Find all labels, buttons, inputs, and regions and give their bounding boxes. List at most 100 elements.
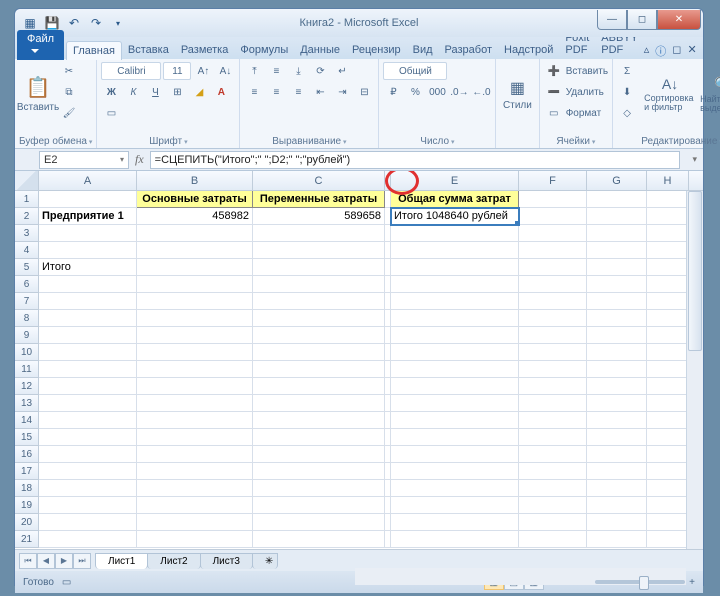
cell-E15[interactable] <box>391 429 519 446</box>
cell-E4[interactable] <box>391 242 519 259</box>
cell-A14[interactable] <box>39 412 137 429</box>
row-header[interactable]: 8 <box>15 310 39 327</box>
row-header[interactable]: 17 <box>15 463 39 480</box>
italic-button[interactable]: К <box>123 82 143 102</box>
cell-E11[interactable] <box>391 361 519 378</box>
tab-home[interactable]: Главная <box>66 41 122 60</box>
cell-A1[interactable] <box>39 191 137 208</box>
font-size-select[interactable]: 11 <box>163 62 191 80</box>
cell-F17[interactable] <box>519 463 587 480</box>
cell-G17[interactable] <box>587 463 647 480</box>
cell-C6[interactable] <box>253 276 385 293</box>
row-header[interactable]: 13 <box>15 395 39 412</box>
cell-G8[interactable] <box>587 310 647 327</box>
increase-decimal-icon[interactable]: .0→ <box>449 82 469 102</box>
cell-A6[interactable] <box>39 276 137 293</box>
cell-B1[interactable]: Основные затраты <box>137 191 253 208</box>
row-header[interactable]: 10 <box>15 344 39 361</box>
cell-C20[interactable] <box>253 514 385 531</box>
cell-A4[interactable] <box>39 242 137 259</box>
cell-B8[interactable] <box>137 310 253 327</box>
cell-B13[interactable] <box>137 395 253 412</box>
row-header[interactable]: 9 <box>15 327 39 344</box>
cell-F1[interactable] <box>519 191 587 208</box>
cell-C7[interactable] <box>253 293 385 310</box>
cell-E2[interactable]: Итого 1048640 рублей <box>391 208 519 225</box>
cell-C15[interactable] <box>253 429 385 446</box>
format-painter-button[interactable]: 🖌 <box>59 103 79 123</box>
row-header[interactable]: 6 <box>15 276 39 293</box>
row-header[interactable]: 16 <box>15 446 39 463</box>
row-header[interactable]: 14 <box>15 412 39 429</box>
number-format-select[interactable]: Общий <box>383 62 447 80</box>
cell-E1[interactable]: Общая сумма затрат <box>391 191 519 208</box>
cell-F11[interactable] <box>519 361 587 378</box>
maximize-button[interactable]: ◻ <box>627 10 657 30</box>
cell-E16[interactable] <box>391 446 519 463</box>
tab-view[interactable]: Вид <box>407 41 439 59</box>
clear-icon[interactable]: ◇ <box>617 103 637 123</box>
cell-E6[interactable] <box>391 276 519 293</box>
cell-C19[interactable] <box>253 497 385 514</box>
cell-B6[interactable] <box>137 276 253 293</box>
cell-A11[interactable] <box>39 361 137 378</box>
cell-F3[interactable] <box>519 225 587 242</box>
bold-button[interactable]: Ж <box>101 82 121 102</box>
font-name-select[interactable]: Calibri <box>101 62 161 80</box>
cell-B12[interactable] <box>137 378 253 395</box>
cell-C3[interactable] <box>253 225 385 242</box>
cell-B16[interactable] <box>137 446 253 463</box>
cell-G9[interactable] <box>587 327 647 344</box>
cell-C12[interactable] <box>253 378 385 395</box>
cell-E10[interactable] <box>391 344 519 361</box>
cell-H2[interactable] <box>647 208 689 225</box>
cell-F16[interactable] <box>519 446 587 463</box>
cell-F4[interactable] <box>519 242 587 259</box>
align-middle-icon[interactable]: ≡ <box>266 61 286 81</box>
cell-H21[interactable] <box>647 531 689 548</box>
row-header[interactable]: 3 <box>15 225 39 242</box>
cell-E8[interactable] <box>391 310 519 327</box>
cell-A9[interactable] <box>39 327 137 344</box>
cell-C13[interactable] <box>253 395 385 412</box>
cell-C9[interactable] <box>253 327 385 344</box>
cell-A5[interactable]: Итого <box>39 259 137 276</box>
cell-G18[interactable] <box>587 480 647 497</box>
sort-filter-button[interactable]: A↓ Сортировка и фильтр <box>643 61 697 127</box>
expand-formula-icon[interactable]: ▾ <box>686 154 703 165</box>
cell-A19[interactable] <box>39 497 137 514</box>
cell-F9[interactable] <box>519 327 587 344</box>
sheet-nav-first-icon[interactable]: ⏮ <box>19 553 37 569</box>
cell-E20[interactable] <box>391 514 519 531</box>
cell-H11[interactable] <box>647 361 689 378</box>
cell-C1[interactable]: Переменные затраты <box>253 191 385 208</box>
cell-B10[interactable] <box>137 344 253 361</box>
cell-E14[interactable] <box>391 412 519 429</box>
scroll-thumb[interactable] <box>688 191 702 351</box>
cell-C17[interactable] <box>253 463 385 480</box>
cell-H4[interactable] <box>647 242 689 259</box>
cell-C11[interactable] <box>253 361 385 378</box>
autosum-icon[interactable]: Σ <box>617 61 637 81</box>
zoom-in-icon[interactable]: + <box>689 577 695 588</box>
cell-E13[interactable] <box>391 395 519 412</box>
row-header[interactable]: 12 <box>15 378 39 395</box>
sheet-tab-3[interactable]: Лист3 <box>200 553 253 569</box>
macro-icon[interactable]: ▭ <box>62 577 71 588</box>
cell-B3[interactable] <box>137 225 253 242</box>
cell-G15[interactable] <box>587 429 647 446</box>
cell-B4[interactable] <box>137 242 253 259</box>
name-box[interactable]: E2 ▾ <box>39 151 129 169</box>
cell-C21[interactable] <box>253 531 385 548</box>
cell-G2[interactable] <box>587 208 647 225</box>
orientation-icon[interactable]: ⟳ <box>310 61 330 81</box>
cell-B17[interactable] <box>137 463 253 480</box>
cell-B5[interactable] <box>137 259 253 276</box>
paste-button[interactable]: 📋 Вставить <box>19 61 57 127</box>
cell-B11[interactable] <box>137 361 253 378</box>
redo-icon[interactable]: ↷ <box>87 14 105 32</box>
decrease-font-icon[interactable]: A↓ <box>215 61 235 81</box>
format-cells-icon[interactable]: ▭ <box>544 103 564 123</box>
cell-A21[interactable] <box>39 531 137 548</box>
cell-E21[interactable] <box>391 531 519 548</box>
